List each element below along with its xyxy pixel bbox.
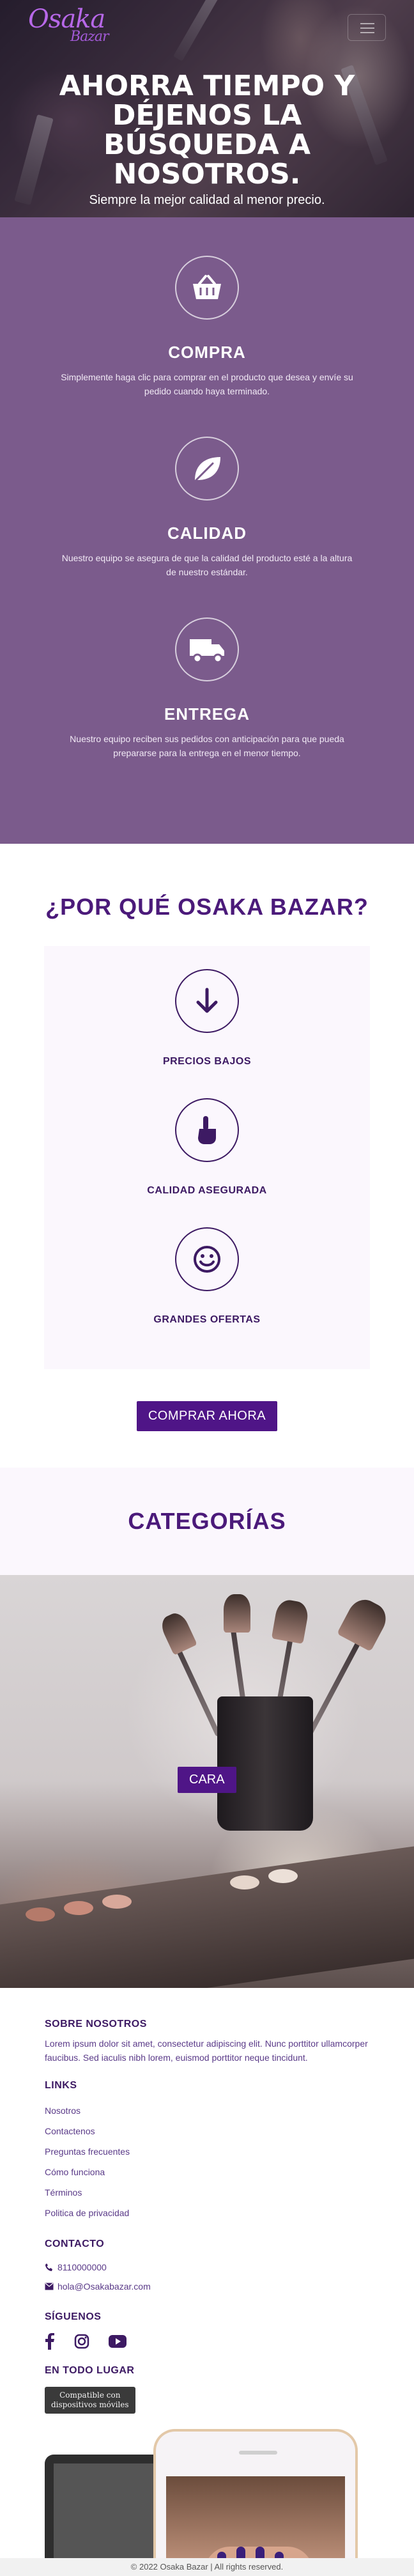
- hero-subtitle: Siempre la mejor calidad al menor precio…: [89, 193, 325, 207]
- smile-face-icon: [175, 1227, 239, 1291]
- why-item-precios: PRECIOS BAJOS: [44, 969, 370, 1067]
- features-section: COMPRA Simplemente haga clic para compra…: [0, 217, 414, 844]
- footer-link[interactable]: Politica de privacidad: [45, 2203, 369, 2223]
- feature-entrega: ENTREGA Nuestro equipo reciben sus pedid…: [57, 617, 356, 760]
- hamburger-icon: [360, 23, 374, 24]
- footer-link[interactable]: Nosotros: [45, 2100, 369, 2121]
- footer-links-list: Nosotros Contactenos Preguntas frecuente…: [45, 2100, 369, 2223]
- facebook-icon[interactable]: [45, 2333, 55, 2350]
- brush-decoration: [158, 1610, 197, 1656]
- logo-sub-text: Bazar: [70, 29, 109, 45]
- leaf-icon: [175, 437, 239, 500]
- feature-description: Nuestro equipo se asegura de que la cali…: [61, 553, 353, 577]
- footer-about-title: SOBRE NOSOTROS: [45, 2019, 147, 2029]
- footer-phone[interactable]: 8110000000: [45, 2258, 369, 2277]
- palette-decoration: [268, 1869, 298, 1883]
- buy-now-button[interactable]: COMPRAR AHORA: [136, 1401, 278, 1431]
- why-label: CALIDAD ASEGURADA: [147, 1185, 267, 1196]
- why-label: PRECIOS BAJOS: [162, 1056, 252, 1067]
- categories-header: CATEGORÍAS: [0, 1468, 414, 1575]
- devices-image: [45, 2429, 371, 2576]
- palette-decoration: [26, 1907, 55, 1921]
- footer-link[interactable]: Cómo funciona: [45, 2162, 369, 2182]
- categories-title: CATEGORÍAS: [128, 1508, 286, 1534]
- instagram-icon[interactable]: [74, 2334, 89, 2349]
- feature-compra: COMPRA Simplemente haga clic para compra…: [57, 256, 356, 398]
- brush-decoration: [224, 1594, 250, 1633]
- social-links: [45, 2333, 369, 2350]
- badge-line: Compatible con: [59, 2391, 121, 2400]
- feature-calidad: CALIDAD Nuestro equipo se asegura de que…: [57, 437, 356, 579]
- footer-everywhere-title: EN TODO LUGAR: [45, 2365, 135, 2376]
- badge-line: dispositivos móviles: [51, 2400, 129, 2409]
- hero-text: AHORRA TIEMPO Y DÉJENOS LA BÚSQUEDA A NO…: [0, 72, 414, 208]
- footer-about-text: Lorem ipsum dolor sit amet, consectetur …: [45, 2038, 368, 2063]
- hand-pointer-icon: [175, 1098, 239, 1162]
- footer-follow-title: SÍGUENOS: [45, 2311, 102, 2322]
- why-label: GRANDES OFERTAS: [153, 1314, 261, 1325]
- palette-decoration: [64, 1901, 93, 1915]
- palette-decoration: [0, 1846, 414, 1988]
- hero-section: Osaka Bazar AHORRA TIEMPO Y DÉJENOS LA B…: [0, 0, 414, 217]
- footer-links-title: LINKS: [45, 2080, 77, 2091]
- youtube-icon[interactable]: [109, 2335, 126, 2348]
- palette-decoration: [102, 1895, 132, 1909]
- feature-description: Nuestro equipo reciben sus pedidos con a…: [70, 734, 344, 758]
- why-item-ofertas: GRANDES OFERTAS: [44, 1227, 370, 1326]
- brush-cup-decoration: [217, 1696, 313, 1831]
- phone-image: [153, 2429, 358, 2576]
- hero-title: AHORRA TIEMPO Y DÉJENOS LA BÚSQUEDA A NO…: [59, 70, 355, 190]
- why-box: PRECIOS BAJOS CALIDAD ASEGURADA GRANDES …: [44, 946, 370, 1369]
- category-face-button[interactable]: CARA: [178, 1767, 236, 1793]
- brush-decoration: [271, 1598, 310, 1644]
- brand-logo[interactable]: Osaka Bazar: [28, 6, 109, 45]
- navbar: Osaka Bazar: [0, 0, 414, 51]
- brush-decoration: [307, 1638, 363, 1736]
- feature-title: COMPRA: [168, 343, 246, 362]
- feature-title: CALIDAD: [167, 524, 247, 543]
- why-title: ¿POR QUÉ OSAKA BAZAR?: [45, 894, 369, 920]
- hamburger-icon: [360, 27, 374, 29]
- basket-icon: [175, 256, 239, 320]
- footer-link[interactable]: Términos: [45, 2182, 369, 2203]
- brush-decoration: [337, 1594, 392, 1652]
- footer-email[interactable]: hola@Osakabazar.com: [45, 2277, 369, 2296]
- copyright-bar: © 2022 Osaka Bazar | All rights reserved…: [0, 2558, 414, 2576]
- why-item-calidad: CALIDAD ASEGURADA: [44, 1098, 370, 1197]
- footer-email-text: hola@Osakabazar.com: [57, 2281, 151, 2292]
- phone-icon: [45, 2263, 52, 2271]
- footer: SOBRE NOSOTROS Lorem ipsum dolor sit ame…: [0, 1988, 414, 2576]
- hamburger-icon: [360, 32, 374, 33]
- envelope-icon: [45, 2283, 54, 2290]
- category-face-card[interactable]: CARA: [0, 1575, 414, 1988]
- menu-toggle-button[interactable]: [348, 14, 386, 41]
- palette-decoration: [230, 1875, 259, 1889]
- footer-phone-text: 8110000000: [57, 2262, 107, 2272]
- arrow-down-circle-icon: [175, 969, 239, 1033]
- footer-link[interactable]: Preguntas frecuentes: [45, 2141, 369, 2162]
- truck-icon: [175, 617, 239, 681]
- why-section: ¿POR QUÉ OSAKA BAZAR? PRECIOS BAJOS CALI…: [0, 844, 414, 1468]
- feature-description: Simplemente haga clic para comprar en el…: [61, 372, 353, 396]
- feature-title: ENTREGA: [164, 704, 250, 724]
- footer-link[interactable]: Contactenos: [45, 2121, 369, 2141]
- footer-contact-title: CONTACTO: [45, 2238, 105, 2249]
- mobile-compatible-badge: Compatible con dispositivos móviles: [45, 2387, 135, 2414]
